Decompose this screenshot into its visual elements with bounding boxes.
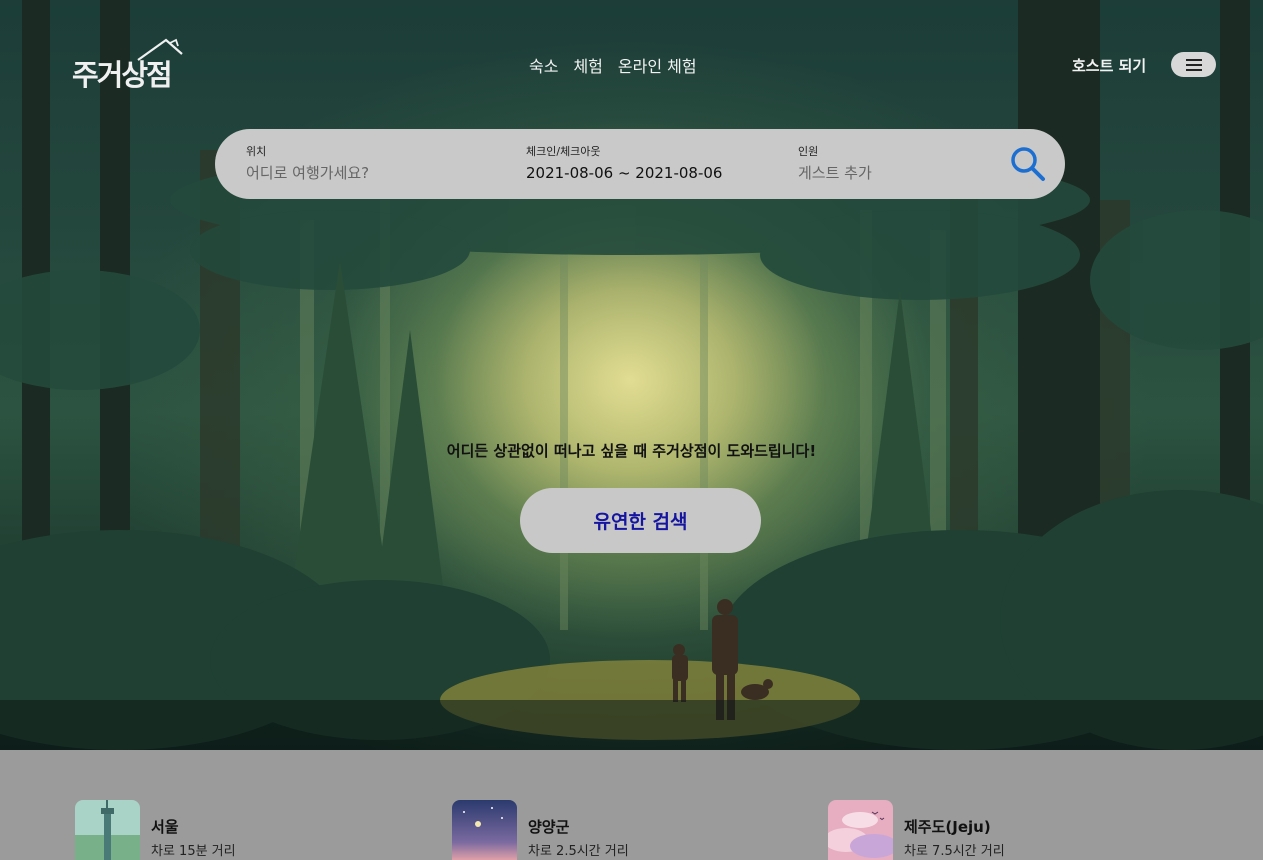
destination-name: 양양군 bbox=[528, 818, 570, 836]
search-bar: 위치 체크인/체크아웃 2021-08-06 ~ 2021-08-06 인원 bbox=[215, 129, 1065, 199]
guests-field[interactable]: 인원 bbox=[798, 143, 978, 182]
search-icon bbox=[1011, 147, 1045, 181]
guests-label: 인원 bbox=[798, 145, 819, 158]
jeju-thumbnail bbox=[828, 800, 893, 860]
hamburger-icon bbox=[1185, 58, 1202, 71]
destination-distance: 차로 7.5시간 거리 bbox=[904, 844, 1005, 859]
nearby-destinations: 서울 차로 15분 거리 양양군 차로 2.5시간 거리 제주도(Jeju) 차… bbox=[0, 750, 1263, 860]
destination-distance: 차로 2.5시간 거리 bbox=[528, 844, 629, 859]
search-button[interactable] bbox=[1010, 146, 1046, 182]
yangyang-thumbnail bbox=[452, 800, 517, 860]
location-label: 위치 bbox=[246, 145, 267, 158]
flexible-search-button[interactable]: 유연한 검색 bbox=[520, 488, 761, 553]
seoul-thumbnail bbox=[75, 800, 140, 860]
destination-card-jeju[interactable]: 제주도(Jeju) 차로 7.5시간 거리 bbox=[828, 800, 1005, 860]
guests-input[interactable] bbox=[798, 164, 978, 182]
destination-card-seoul[interactable]: 서울 차로 15분 거리 bbox=[75, 800, 236, 860]
location-field[interactable]: 위치 bbox=[246, 143, 476, 182]
nav-item-stays[interactable]: 숙소 bbox=[529, 53, 558, 77]
destination-name: 서울 bbox=[151, 818, 179, 836]
hero-tagline: 어디든 상관없이 떠나고 싶을 때 주거상점이 도와드립니다! bbox=[446, 442, 817, 460]
logo-text: 주거상점 bbox=[72, 58, 173, 92]
dates-field[interactable]: 체크인/체크아웃 2021-08-06 ~ 2021-08-06 bbox=[526, 143, 722, 182]
destination-distance: 차로 15분 거리 bbox=[151, 844, 236, 859]
become-host-link[interactable]: 호스트 되기 bbox=[1072, 55, 1146, 76]
dates-label: 체크인/체크아웃 bbox=[526, 145, 601, 158]
main-nav: 숙소 체험 온라인 체험 bbox=[529, 53, 697, 77]
nav-item-online-experiences[interactable]: 온라인 체험 bbox=[618, 53, 697, 77]
destination-card-yangyang[interactable]: 양양군 차로 2.5시간 거리 bbox=[452, 800, 629, 860]
dates-value[interactable]: 2021-08-06 ~ 2021-08-06 bbox=[526, 164, 722, 182]
forest-background-image bbox=[0, 0, 1263, 750]
nav-item-experiences[interactable]: 체험 bbox=[573, 53, 602, 77]
menu-button[interactable] bbox=[1171, 52, 1216, 77]
destination-name: 제주도(Jeju) bbox=[904, 818, 991, 836]
hero-banner: 주거상점 숙소 체험 온라인 체험 호스트 되기 위치 체크인/체크아웃 202… bbox=[0, 0, 1263, 750]
brand-logo[interactable]: 주거상점 bbox=[72, 38, 187, 92]
location-input[interactable] bbox=[246, 164, 476, 182]
